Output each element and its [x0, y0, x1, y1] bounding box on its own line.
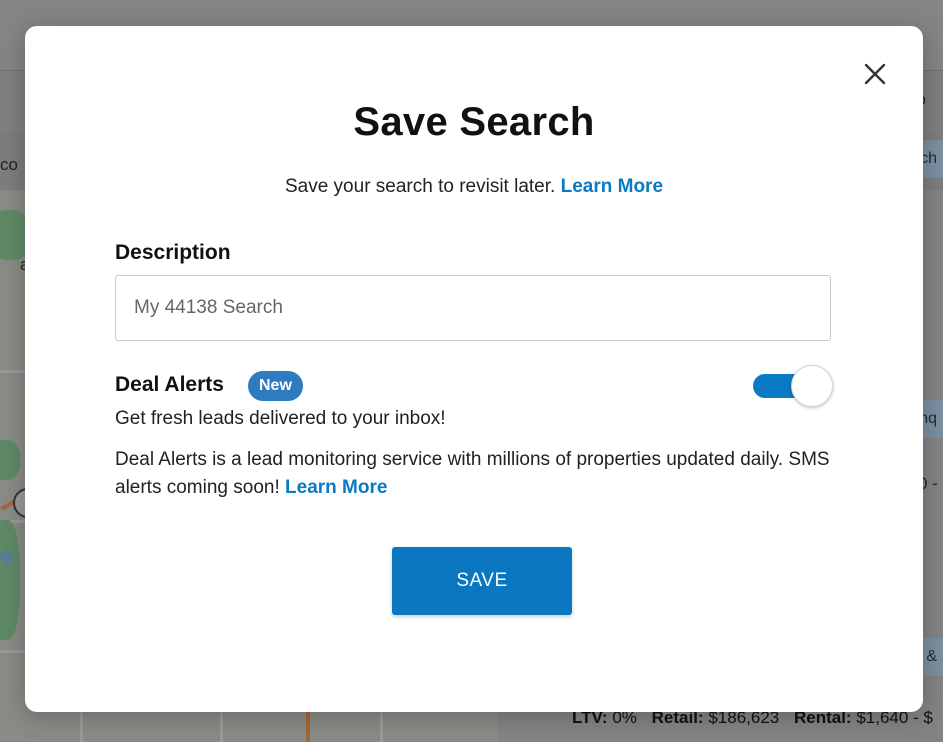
deal-alerts-description: Deal Alerts is a lead monitoring service… [115, 446, 835, 502]
modal-subtitle: Save your search to revisit later. Learn… [25, 176, 923, 198]
deal-alerts-subtext: Get fresh leads delivered to your inbox! [115, 408, 446, 429]
save-search-modal: Save Search Save your search to revisit … [25, 26, 923, 712]
description-label: Description [115, 241, 231, 264]
new-badge: New [248, 371, 303, 401]
deal-alerts-label: Deal Alerts [115, 373, 224, 396]
close-icon [864, 63, 886, 85]
modal-title: Save Search [353, 100, 595, 144]
close-button[interactable] [863, 62, 887, 86]
description-input[interactable] [115, 275, 831, 341]
learn-more-link[interactable]: Learn More [561, 176, 663, 197]
toggle-knob [791, 365, 833, 407]
save-button[interactable]: SAVE [392, 547, 572, 615]
deal-alerts-description-text: Deal Alerts is a lead monitoring service… [115, 449, 830, 498]
deal-alerts-row: Deal Alerts New [115, 365, 833, 407]
deal-alerts-learn-more-link[interactable]: Learn More [285, 477, 387, 498]
subtitle-text: Save your search to revisit later. [284, 176, 556, 197]
background-fragment: co [0, 155, 18, 174]
deal-alerts-toggle[interactable] [753, 365, 833, 407]
